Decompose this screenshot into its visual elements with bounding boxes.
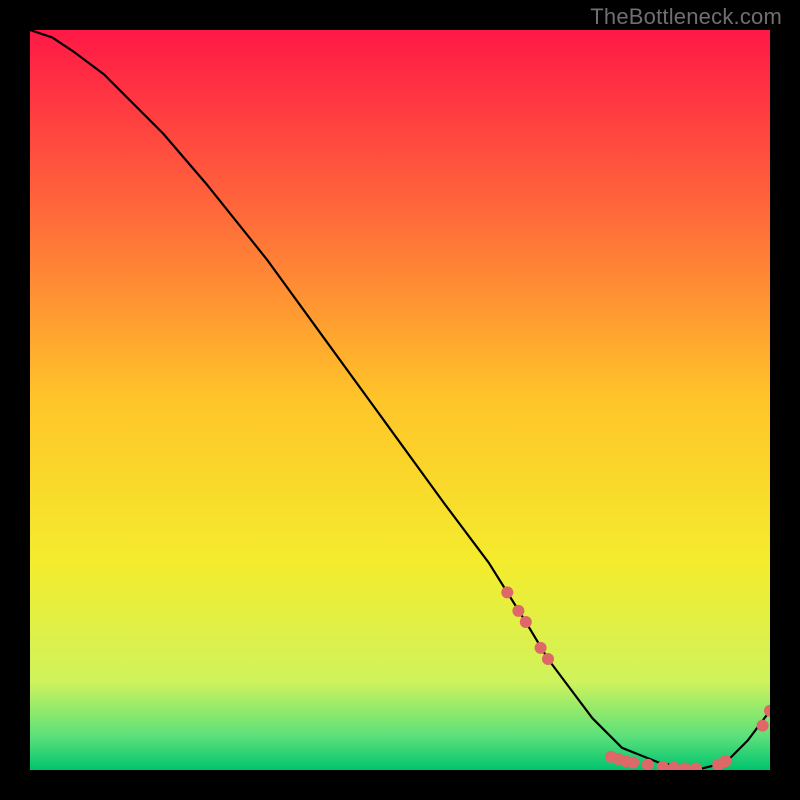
data-marker — [627, 757, 639, 769]
chart-container: TheBottleneck.com — [0, 0, 800, 800]
gradient-background — [30, 30, 770, 770]
plot-svg — [30, 30, 770, 770]
data-marker — [520, 616, 532, 628]
plot-area — [30, 30, 770, 770]
data-marker — [512, 605, 524, 617]
data-marker — [501, 586, 513, 598]
watermark-text: TheBottleneck.com — [590, 4, 782, 30]
data-marker — [720, 755, 732, 767]
data-marker — [535, 642, 547, 654]
data-marker — [757, 720, 769, 732]
data-marker — [542, 653, 554, 665]
